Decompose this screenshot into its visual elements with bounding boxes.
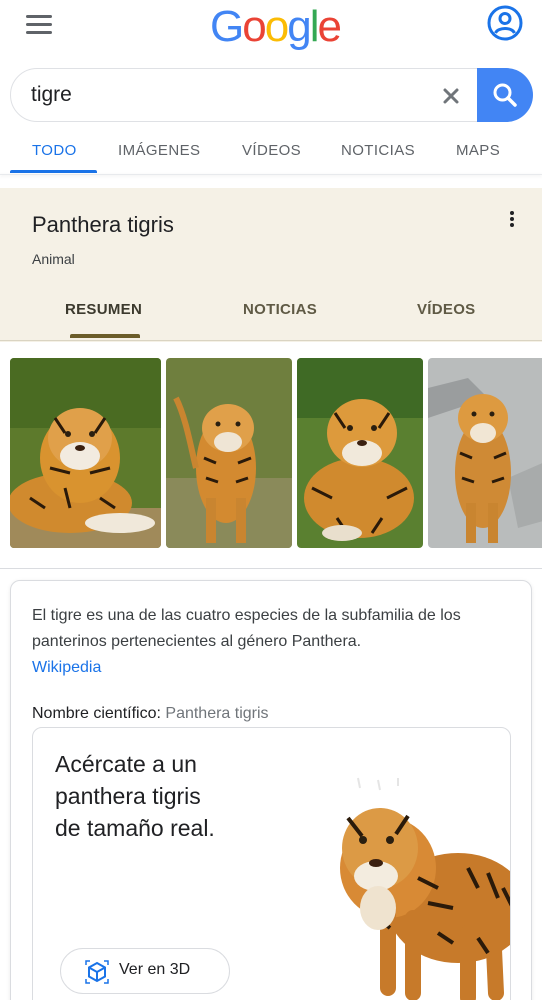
ar-promo-line: de tamaño real. [55,815,215,841]
scientific-name-value: Panthera tigris [165,705,269,722]
logo-letter: g [287,2,312,51]
ar-view-card[interactable]: Acércate a un panthera tigris de tamaño … [32,727,511,1000]
logo-letter: G [210,2,244,51]
view-in-3d-button[interactable]: Ver en 3D [60,948,230,994]
ar-promo-line: Acércate a un [55,751,197,777]
scientific-name-row: Nombre científico: Panthera tigris [32,703,269,725]
ar-promo-text: Acércate a un panthera tigris de tamaño … [55,748,275,844]
view-in-ar-cube-icon [85,960,109,984]
tab-noticias[interactable]: NOTICIAS [341,142,415,159]
logo-letter: e [317,2,342,51]
search-button[interactable] [477,68,533,122]
tiger-image-thumbnail[interactable] [428,358,542,548]
kp-active-tab-indicator [70,334,140,338]
tiger-image-thumbnail[interactable] [297,358,423,548]
divider [0,568,542,569]
kp-tab-noticias[interactable]: NOTICIAS [243,301,317,318]
active-tab-indicator [10,170,97,173]
ar-promo-line: panthera tigris [55,783,201,809]
google-logo[interactable]: Google [210,2,342,52]
kp-title: Panthera tigris [32,212,174,237]
tiger-image-thumbnail[interactable] [166,358,292,548]
tab-imagenes[interactable]: IMÁGENES [118,142,200,159]
kp-tab-resumen[interactable]: RESUMEN [65,301,142,318]
logo-letter: o [264,2,290,51]
tab-maps[interactable]: MAPS [456,142,500,159]
divider [0,340,542,341]
search-tabs: TODO IMÁGENES VÍDEOS NOTICIAS MAPS [0,128,542,176]
description-text: El tigre es una de las cuatro especies d… [32,607,461,650]
image-carousel [0,358,542,548]
description-card: El tigre es una de las cuatro especies d… [10,580,532,1000]
scientific-name-label: Nombre científico: [32,705,161,722]
search-box [10,68,533,122]
divider [0,174,542,175]
tab-todo[interactable]: TODO [32,142,77,159]
kp-subtitle: Animal [32,251,75,267]
wikipedia-link[interactable]: Wikipedia [32,655,101,681]
view-in-3d-label: Ver en 3D [119,961,191,978]
account-circle-icon[interactable] [486,4,524,42]
logo-letter: o [242,2,267,51]
search-input[interactable] [31,77,421,113]
tiger-3d-model-image [318,758,510,1000]
tab-videos[interactable]: VÍDEOS [242,142,301,159]
knowledge-panel-header: Panthera tigris Animal RESUMEN NOTICIAS … [0,188,542,342]
close-icon[interactable] [437,82,465,110]
header: Google [0,0,542,60]
search-icon [493,83,517,107]
tiger-image-thumbnail[interactable] [10,358,161,548]
kp-tab-videos[interactable]: VÍDEOS [417,301,475,318]
more-vert-icon[interactable] [500,210,524,234]
hamburger-menu-icon[interactable] [24,12,54,36]
